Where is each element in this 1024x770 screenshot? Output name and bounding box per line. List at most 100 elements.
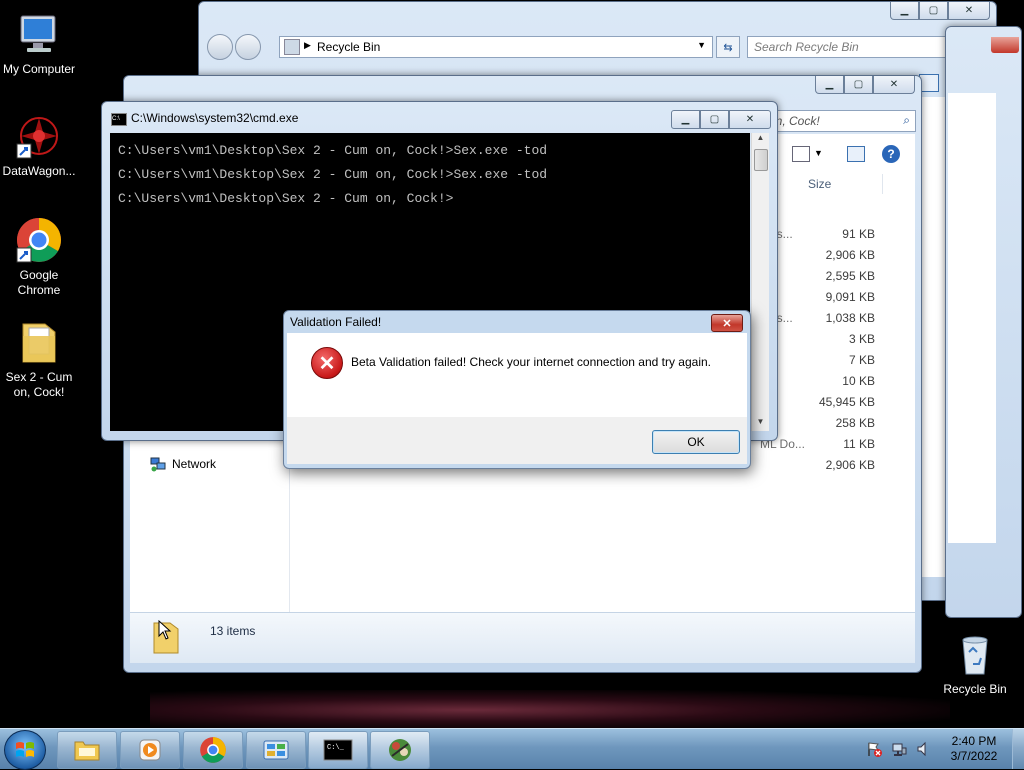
refresh-button[interactable]: ⇆: [716, 36, 740, 58]
svg-text:C:\_: C:\_: [327, 744, 345, 752]
console-line: C:\Users\vm1\Desktop\Sex 2 - Cum on, Coc…: [118, 167, 548, 182]
chevron-down-icon[interactable]: ▼: [814, 148, 823, 158]
control-panel-icon: [263, 740, 289, 760]
close-button[interactable]: ✕: [873, 76, 915, 94]
taskbar-cmd-button[interactable]: C:\_: [308, 731, 368, 769]
maximize-button[interactable]: ▢: [844, 76, 873, 94]
close-button[interactable]: ✕: [729, 110, 771, 129]
taskbar-clock[interactable]: 2:40 PM 3/7/2022: [944, 734, 1004, 764]
vertical-scrollbar[interactable]: ▲ ▼: [751, 133, 769, 431]
taskbar-media-player-button[interactable]: [120, 731, 180, 769]
address-bar[interactable]: ▶ Recycle Bin ▼: [279, 36, 713, 58]
file-size: 3 KB: [848, 332, 875, 346]
size-column: 91 KB 2,906 KB 2,595 KB 9,091 KB 1,038 K…: [785, 227, 875, 479]
ok-button[interactable]: OK: [652, 430, 740, 454]
desktop-icon-datawagon[interactable]: DataWagon...: [1, 112, 77, 179]
view-options-icon[interactable]: [792, 146, 810, 162]
file-size: 45,945 KB: [818, 395, 875, 409]
window-caption-buttons: ▁ ▢ ✕: [890, 2, 990, 21]
window-caption-buttons: ▁ ▢ ✕: [671, 110, 771, 129]
preview-pane-icon[interactable]: [847, 146, 865, 162]
recycle-bin-icon: [951, 630, 999, 678]
file-size: 7 KB: [848, 353, 875, 367]
minimize-button[interactable]: ▁: [890, 2, 919, 20]
file-size: 91 KB: [842, 227, 875, 241]
explorer-folder-icon: [74, 741, 100, 761]
back-button[interactable]: [207, 34, 233, 60]
scroll-thumb[interactable]: [754, 149, 768, 171]
cmd-title: C:\Windows\system32\cmd.exe: [131, 111, 299, 125]
search-icon: ⌕: [903, 113, 910, 127]
desktop-wallpaper: [150, 690, 950, 730]
desktop-icon-label: Sex 2 - Cum on, Cock!: [5, 370, 73, 399]
close-button-partial[interactable]: [991, 37, 1019, 53]
scroll-up-arrow-icon[interactable]: ▲: [752, 133, 769, 147]
desktop-icon-game-folder[interactable]: Sex 2 - Cum on, Cock!: [1, 318, 77, 400]
file-size: 11 KB: [843, 437, 875, 451]
validation-failed-dialog[interactable]: Validation Failed! ✕ ✕ Beta Validation f…: [283, 310, 751, 469]
chrome-icon: [15, 216, 63, 264]
maximize-button[interactable]: ▢: [919, 2, 948, 20]
console-line: C:\Users\vm1\Desktop\Sex 2 - Cum on, Coc…: [118, 191, 454, 206]
search-box[interactable]: on, Cock! ⌕: [764, 110, 916, 132]
file-size: 10 KB: [842, 374, 875, 388]
help-icon[interactable]: ?: [882, 145, 900, 163]
details-pane: 13 items: [130, 612, 915, 663]
volume-icon[interactable]: [916, 741, 932, 757]
taskbar-chrome-button[interactable]: [183, 731, 243, 769]
taskbar: C:\_ 2:40 PM 3/7/2022: [0, 728, 1024, 770]
third-window-pane: [948, 93, 996, 543]
mouse-cursor-icon: [158, 619, 172, 640]
file-size: 9,091 KB: [825, 290, 875, 304]
datawagon-shortcut-icon: [15, 112, 63, 160]
file-size: 258 KB: [835, 416, 875, 430]
breadcrumb-chevron-icon: ▶: [304, 40, 311, 50]
desktop-icon-label: DataWagon...: [2, 164, 76, 178]
show-desktop-button[interactable]: [1012, 729, 1024, 769]
computer-icon: [15, 10, 63, 58]
dialog-close-button[interactable]: ✕: [711, 314, 743, 332]
desktop-icon-my-computer[interactable]: My Computer: [1, 10, 77, 77]
file-size: 2,906 KB: [825, 248, 875, 262]
column-divider: [882, 174, 883, 194]
cmd-icon: C:\_: [323, 739, 353, 761]
close-button[interactable]: ✕: [948, 2, 990, 20]
start-button[interactable]: [4, 730, 46, 770]
file-size: 2,906 KB: [825, 458, 875, 472]
action-center-flag-icon[interactable]: [866, 741, 882, 757]
windows-logo-icon: [16, 742, 34, 757]
maximize-button[interactable]: ▢: [700, 110, 729, 129]
dialog-footer: OK: [287, 417, 747, 464]
taskbar-explorer-button[interactable]: [57, 731, 117, 769]
forward-button[interactable]: [235, 34, 261, 60]
file-size: 1,038 KB: [825, 311, 875, 325]
desktop-icon-chrome[interactable]: Google Chrome: [1, 216, 77, 298]
error-icon: ✕: [311, 347, 343, 379]
console-line: C:\Users\vm1\Desktop\Sex 2 - Cum on, Coc…: [118, 143, 548, 158]
status-item-count: 13 items: [210, 624, 256, 638]
folder-icon: [15, 318, 63, 366]
clock-time: 2:40 PM: [951, 734, 997, 748]
recycle-bin-small-icon: [284, 39, 300, 55]
taskbar-game-button[interactable]: [370, 731, 430, 769]
network-status-icon[interactable]: [891, 741, 907, 757]
dialog-message: Beta Validation failed! Check your inter…: [351, 355, 711, 369]
network-icon: [150, 456, 166, 472]
game-app-icon: [389, 739, 411, 761]
column-header-size[interactable]: Size: [808, 177, 831, 191]
cmd-icon: C:\: [111, 113, 127, 126]
search-placeholder: Search Recycle Bin: [754, 40, 859, 54]
preview-pane-icon[interactable]: [919, 74, 939, 92]
minimize-button[interactable]: ▁: [671, 110, 700, 129]
taskbar-control-panel-button[interactable]: [246, 731, 306, 769]
chevron-down-icon[interactable]: ▼: [697, 40, 706, 50]
window-caption-buttons: ▁ ▢ ✕: [815, 76, 915, 95]
desktop-icon-recycle-bin[interactable]: Recycle Bin: [937, 630, 1013, 697]
clock-date: 3/7/2022: [950, 749, 998, 763]
desktop-icon-label: Google Chrome: [17, 268, 61, 297]
scroll-down-arrow-icon[interactable]: ▼: [752, 417, 769, 431]
desktop-icon-label: My Computer: [2, 62, 76, 76]
third-window-edge: [945, 26, 1022, 618]
nav-item-network[interactable]: Network: [172, 457, 216, 471]
minimize-button[interactable]: ▁: [815, 76, 844, 94]
